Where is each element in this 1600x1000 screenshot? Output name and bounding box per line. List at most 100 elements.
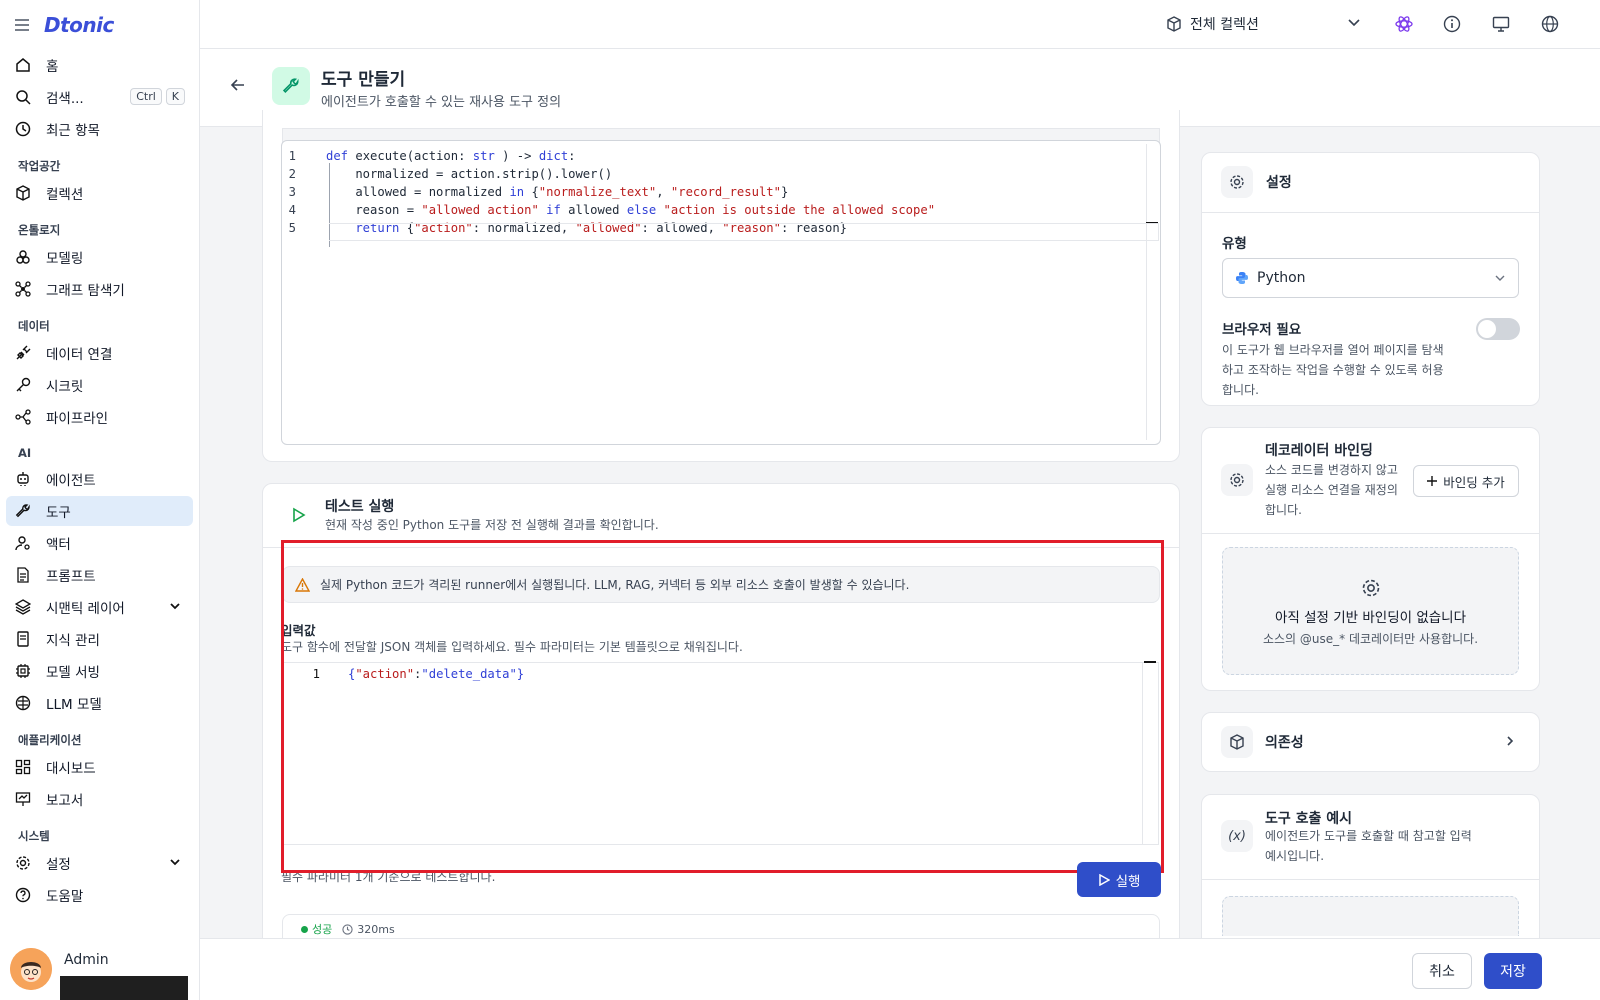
sidebar-item-report[interactable]: 보고서 <box>6 784 193 814</box>
sidebar-item-semantic[interactable]: 시맨틱 레이어 <box>6 592 193 622</box>
code-token: allowed = normalized <box>326 185 510 199</box>
menu-icon[interactable] <box>14 18 30 32</box>
chevron-down-icon[interactable] <box>169 600 181 612</box>
monitor-icon[interactable] <box>1491 14 1511 34</box>
code-text: reason = "allowed action" if allowed els… <box>326 203 935 221</box>
add-binding-button[interactable]: 바인딩 추가 <box>1413 465 1519 497</box>
sidebar-item-search[interactable]: 검색... Ctrl K <box>6 82 193 112</box>
home-icon <box>14 56 32 74</box>
sidebar-item-actor[interactable]: 액터 <box>6 528 193 558</box>
help-icon <box>14 886 32 904</box>
sidebar-item-prompt[interactable]: 프롬프트 <box>6 560 193 590</box>
divider <box>1202 533 1539 534</box>
topbar: 전체 컬렉션 <box>200 0 1600 49</box>
empty-title: 아직 설정 기반 바인딩이 없습니다 <box>1274 610 1467 626</box>
section-system: 시스템 <box>18 829 50 843</box>
graph-icon <box>14 280 32 298</box>
sidebar-item-model-serving[interactable]: 모델 서빙 <box>6 656 193 686</box>
code-token: "record_result" <box>670 185 781 199</box>
code-line[interactable]: 1 def execute(action: str ) -> dict: <box>282 149 576 167</box>
divider <box>262 547 1180 548</box>
gear-icon <box>1221 166 1253 198</box>
sidebar-item-modeling[interactable]: 모델링 <box>6 242 193 272</box>
document-icon <box>14 566 32 584</box>
gear-icon <box>14 854 32 872</box>
chevron-right-icon[interactable] <box>1504 735 1516 747</box>
plug-icon <box>14 344 32 362</box>
sidebar-item-graph[interactable]: 그래프 탐색기 <box>6 274 193 304</box>
package-icon <box>1221 726 1253 758</box>
cancel-button[interactable]: 취소 <box>1412 953 1472 989</box>
code-editor[interactable]: 1 def execute(action: str ) -> dict: 2 nor… <box>281 140 1161 445</box>
section-application: 애플리케이션 <box>18 733 82 747</box>
code-token: str <box>472 149 495 163</box>
line-number: 4 <box>288 203 296 217</box>
settings-title: 설정 <box>1266 175 1292 191</box>
sidebar-item-home[interactable]: 홈 <box>6 50 193 80</box>
save-button[interactable]: 저장 <box>1484 953 1542 989</box>
info-icon[interactable] <box>1442 14 1462 34</box>
key-icon <box>14 376 32 394</box>
example-preview <box>1222 896 1519 936</box>
json-input-editor[interactable]: 1 {"action": "delete_data"} <box>283 661 1159 845</box>
atom-icon[interactable] <box>1394 14 1414 34</box>
clock-icon <box>342 923 353 935</box>
chevron-down-icon[interactable] <box>169 856 181 868</box>
test-hint: 필수 파라미터 1개 기준으로 테스트합니다. <box>281 870 496 884</box>
sidebar-item-secret[interactable]: 시크릿 <box>6 370 193 400</box>
browser-description: 이 도구가 웹 브라우저를 열어 페이지를 탐색하고 조작하는 작업을 수행할 … <box>1222 343 1444 397</box>
sidebar-item-pipeline[interactable]: 파이프라인 <box>6 402 193 432</box>
sidebar-item-dashboard[interactable]: 대시보드 <box>6 752 193 782</box>
back-arrow-icon[interactable] <box>230 77 246 93</box>
json-value: "delete_data" <box>421 667 517 681</box>
sidebar-item-llm[interactable]: LLM 모델 <box>6 688 193 718</box>
chevron-down-icon[interactable] <box>1346 14 1362 30</box>
section-data: 데이터 <box>18 319 50 333</box>
type-select[interactable]: Python <box>1222 258 1519 298</box>
code-token: in <box>509 185 532 199</box>
minimap-marker <box>1144 661 1156 663</box>
input-description: 도구 함수에 전달할 JSON 객체를 입력하세요. 필수 파라미터는 기본 템… <box>281 640 743 654</box>
divider <box>1202 879 1539 880</box>
sidebar-item-recent[interactable]: 최근 항목 <box>6 114 193 144</box>
user-profile[interactable]: Admin <box>10 948 188 1000</box>
sidebar-item-agent[interactable]: 에이전트 <box>6 464 193 494</box>
kbd-k: K <box>165 88 185 105</box>
browser-toggle[interactable] <box>1476 318 1520 340</box>
robot-icon <box>14 470 32 488</box>
current-line-highlight <box>329 223 1159 241</box>
collection-selector[interactable]: 전체 컬렉션 <box>1166 14 1259 34</box>
code-token: def <box>326 149 356 163</box>
avatar <box>10 948 52 990</box>
plus-icon <box>1427 476 1438 486</box>
json-key: "action" <box>355 667 415 681</box>
code-line[interactable]: 2 normalized = action.strip().lower() <box>282 167 613 185</box>
page-subtitle: 에이전트가 호출할 수 있는 재사용 도구 정의 <box>321 95 562 110</box>
chip-icon <box>14 662 32 680</box>
empty-subtitle: 소스의 @use_* 데코레이터만 사용합니다. <box>1262 632 1479 646</box>
sidebar-item-help[interactable]: 도움말 <box>6 880 193 910</box>
code-line[interactable]: 3 allowed = normalized in {"normalize_te… <box>282 185 789 203</box>
sidebar-item-collection[interactable]: 컬렉션 <box>6 178 193 208</box>
example-title: 도구 호출 예시 <box>1265 811 1353 827</box>
section-ai: AI <box>18 446 32 460</box>
empty-binding-state: 아직 설정 기반 바인딩이 없습니다 소스의 @use_* 데코레이터만 사용합… <box>1222 547 1519 675</box>
book-icon <box>14 630 32 648</box>
logo[interactable]: Dtonic <box>44 13 114 37</box>
editor-scrollbar[interactable] <box>1146 144 1147 440</box>
sidebar-item-knowledge[interactable]: 지식 관리 <box>6 624 193 654</box>
editor-scrollbar[interactable] <box>1142 663 1143 844</box>
code-token: ) -> <box>494 149 539 163</box>
json-colon: : <box>414 667 422 681</box>
presentation-icon <box>14 790 32 808</box>
code-line[interactable]: 4 reason = "allowed action" if allowed e… <box>282 203 935 221</box>
line-number: 1 <box>312 667 320 681</box>
sidebar-item-tool[interactable]: 도구 <box>6 496 193 526</box>
divider <box>1202 212 1539 213</box>
code-token: if <box>546 203 569 217</box>
code-token: else <box>626 203 664 217</box>
sidebar-item-settings[interactable]: 설정 <box>6 848 193 878</box>
globe-icon[interactable] <box>1540 14 1560 34</box>
sidebar-item-data-connection[interactable]: 데이터 연결 <box>6 338 193 368</box>
run-button[interactable]: 실행 <box>1077 862 1161 897</box>
